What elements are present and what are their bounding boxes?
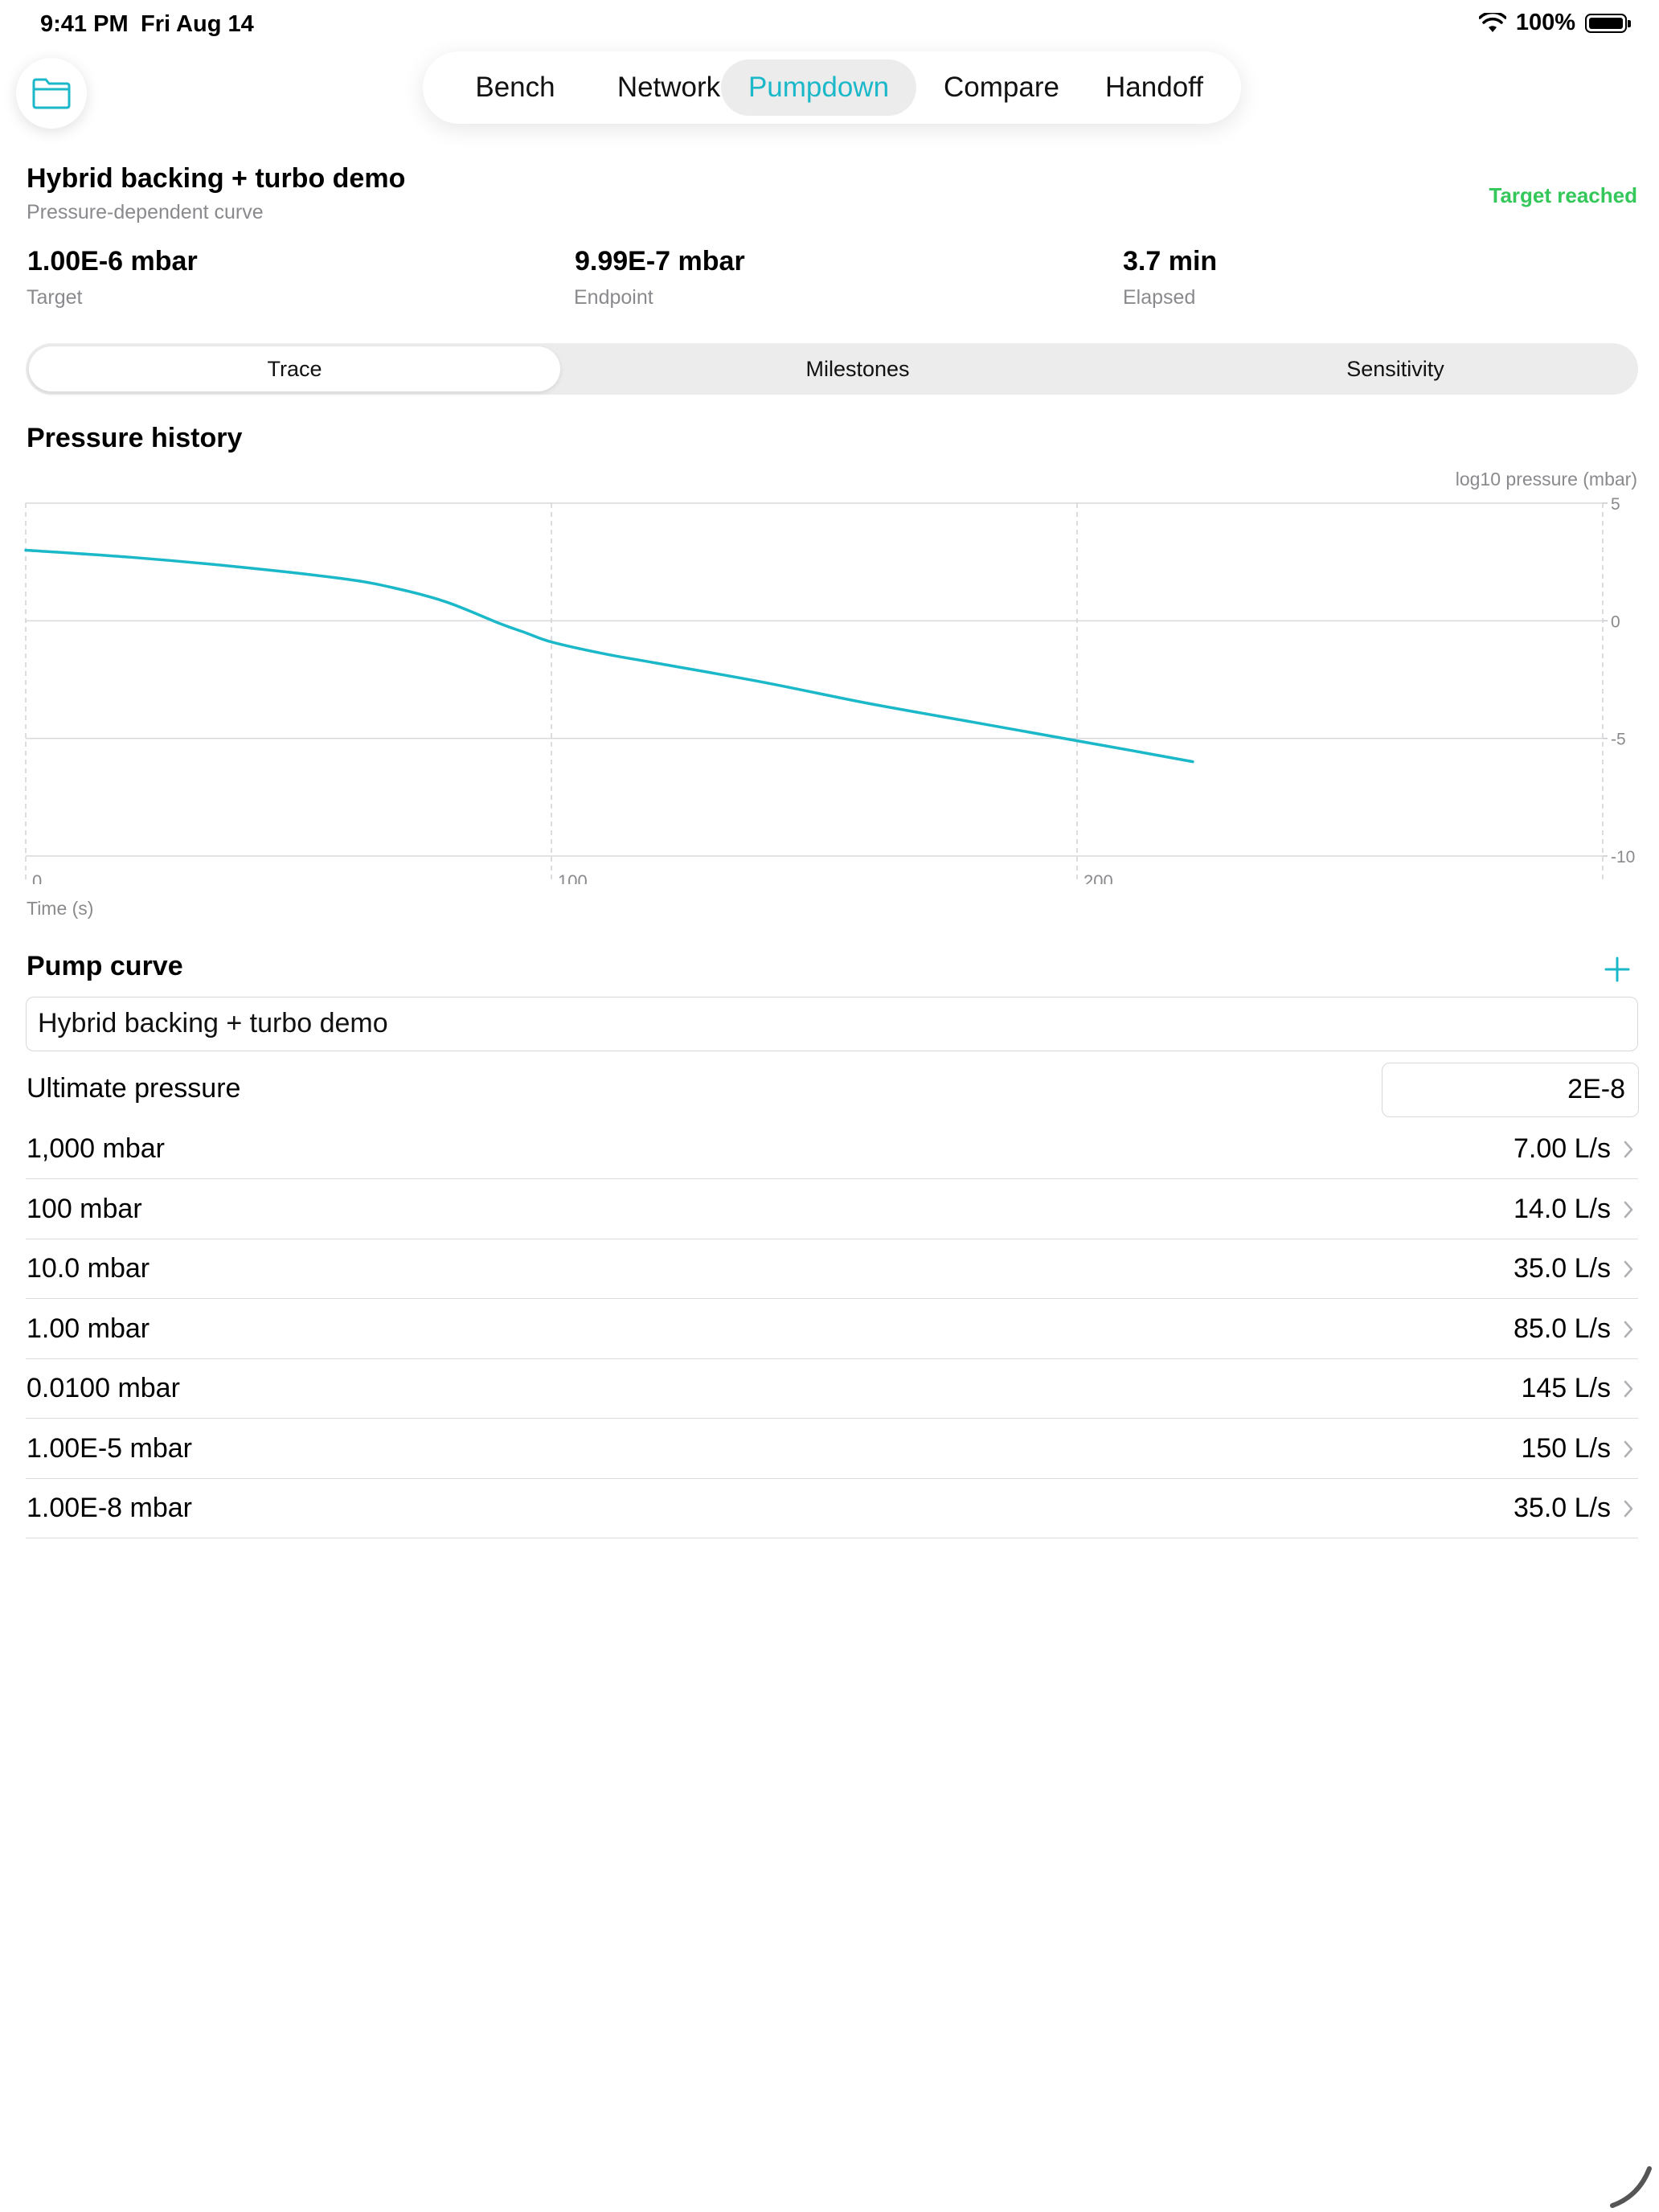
chevron-right-icon: [1624, 1500, 1633, 1518]
segment-sensitivity[interactable]: Sensitivity: [1127, 346, 1659, 391]
elapsed-label: Elapsed: [1123, 286, 1196, 309]
ultimate-pressure-label: Ultimate pressure: [27, 1073, 241, 1104]
curve-point-speed: 150 L/s: [1521, 1432, 1611, 1464]
y-tick-label: -10: [1611, 848, 1635, 866]
top-tab-bar: Bench Network Pumpdown Compare Handoff: [423, 51, 1241, 124]
curve-point-row[interactable]: 10.0 mbar 35.0 L/s: [26, 1239, 1638, 1299]
curve-point-pressure: 1,000 mbar: [27, 1133, 165, 1164]
resize-handle-icon: [1610, 2166, 1652, 2208]
pressure-history-chart: 5 0 -5 -10 0 100 200: [24, 495, 1635, 884]
curve-point-row[interactable]: 1.00E-5 mbar 150 L/s: [26, 1419, 1638, 1479]
curve-point-pressure: 10.0 mbar: [27, 1253, 150, 1284]
battery-icon: [1585, 13, 1631, 33]
segment-trace[interactable]: Trace: [29, 346, 560, 391]
document-subtitle: Pressure-dependent curve: [27, 201, 264, 223]
x-tick-label: 100: [558, 871, 588, 884]
battery-percent: 100%: [1515, 10, 1575, 35]
curve-point-pressure: 1.00E-8 mbar: [27, 1493, 192, 1523]
endpoint-value: 9.99E-7 mbar: [575, 246, 745, 276]
y-tick-label: 0: [1611, 612, 1620, 631]
tab-pumpdown[interactable]: Pumpdown: [721, 59, 916, 116]
curve-point-row[interactable]: 1,000 mbar 7.00 L/s: [26, 1119, 1638, 1179]
curve-point-speed: 145 L/s: [1521, 1373, 1611, 1403]
y-tick-label: 5: [1611, 495, 1620, 514]
pressure-series-line: [24, 548, 1194, 764]
curve-point-row[interactable]: 1.00 mbar 85.0 L/s: [26, 1299, 1638, 1359]
chevron-right-icon: [1624, 1141, 1633, 1158]
curve-point-speed: 35.0 L/s: [1514, 1253, 1611, 1284]
documents-button[interactable]: [16, 58, 87, 129]
segment-milestones[interactable]: Milestones: [588, 346, 1127, 391]
status-time: 9:41 PM: [40, 11, 129, 37]
pump-curve-title: Pump curve: [27, 951, 183, 981]
curve-point-row[interactable]: 1.00E-8 mbar 35.0 L/s: [26, 1478, 1638, 1538]
wifi-icon: [1478, 12, 1506, 32]
x-axis-title: Time (s): [27, 898, 94, 919]
target-label: Target: [27, 286, 83, 309]
status-badge: Target reached: [1489, 183, 1637, 207]
chevron-right-icon: [1624, 1380, 1633, 1398]
x-tick-label: 200: [1083, 871, 1113, 884]
tab-compare[interactable]: Compare: [921, 59, 1082, 116]
curve-point-row[interactable]: 100 mbar 14.0 L/s: [26, 1179, 1638, 1239]
target-value: 1.00E-6 mbar: [27, 246, 198, 276]
x-tick-label: 0: [32, 871, 42, 884]
add-point-icon[interactable]: [1595, 947, 1640, 992]
elapsed-value: 3.7 min: [1123, 246, 1218, 276]
tab-bench[interactable]: Bench: [440, 59, 590, 116]
view-segmented-control: Trace Milestones Sensitivity: [26, 343, 1638, 395]
pump-name-field[interactable]: Hybrid backing + turbo demo: [26, 997, 1638, 1051]
status-indicators: 100%: [1478, 10, 1631, 36]
chart-section-title: Pressure history: [27, 423, 243, 453]
curve-point-speed: 14.0 L/s: [1514, 1193, 1611, 1224]
curve-point-pressure: 100 mbar: [27, 1193, 142, 1224]
curve-point-row[interactable]: 0.0100 mbar 145 L/s: [26, 1358, 1638, 1419]
curve-point-speed: 35.0 L/s: [1514, 1493, 1611, 1523]
chevron-right-icon: [1624, 1440, 1633, 1457]
curve-point-pressure: 1.00E-5 mbar: [27, 1432, 192, 1464]
endpoint-label: Endpoint: [574, 286, 653, 309]
chevron-right-icon: [1624, 1260, 1633, 1278]
curve-point-pressure: 0.0100 mbar: [27, 1373, 180, 1403]
tab-handoff[interactable]: Handoff: [1082, 59, 1227, 116]
document-title: Hybrid backing + turbo demo: [27, 163, 406, 194]
curve-point-speed: 85.0 L/s: [1514, 1313, 1611, 1344]
chevron-right-icon: [1624, 1201, 1633, 1218]
curve-point-speed: 7.00 L/s: [1514, 1133, 1611, 1164]
chevron-right-icon: [1624, 1321, 1633, 1337]
folder-icon: [32, 78, 71, 109]
ultimate-pressure-field[interactable]: 2E-8: [1382, 1063, 1639, 1117]
y-tick-label: -5: [1611, 731, 1626, 749]
status-date: Fri Aug 14: [141, 11, 254, 37]
curve-point-pressure: 1.00 mbar: [27, 1313, 150, 1344]
